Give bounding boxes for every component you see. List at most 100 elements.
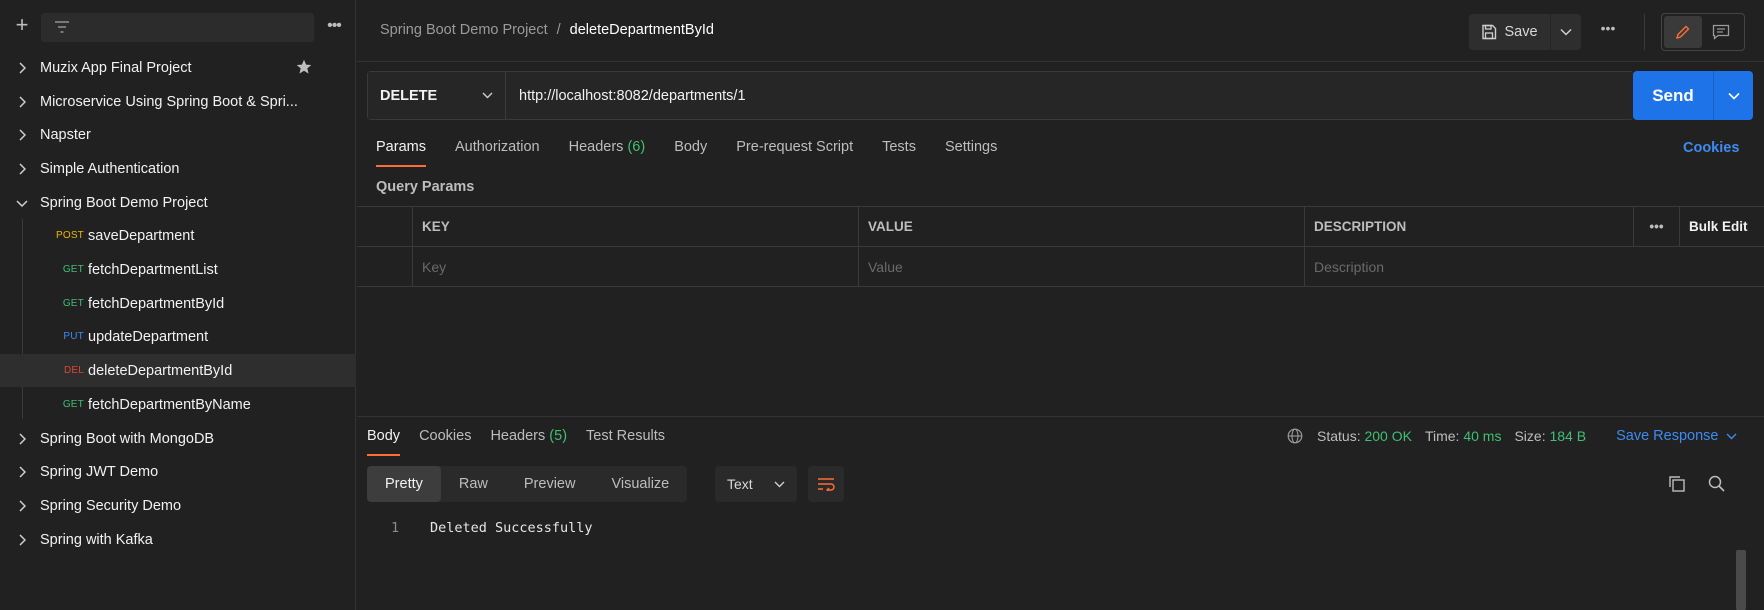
chevron-right-icon[interactable] — [15, 128, 29, 141]
description-input[interactable]: Description — [1304, 247, 1633, 286]
chevron-right-icon[interactable] — [15, 533, 29, 546]
collection-item[interactable]: Simple Authentication — [0, 152, 356, 185]
breadcrumb-parent[interactable]: Spring Boot Demo Project — [380, 22, 548, 38]
key-input[interactable]: Key — [412, 247, 858, 286]
search-icon[interactable] — [1707, 474, 1731, 498]
tab-pre-request-script[interactable]: Pre-request Script — [736, 139, 853, 169]
tab-label: Pre-request Script — [736, 139, 854, 155]
format-pretty[interactable]: Pretty — [367, 466, 441, 502]
chevron-down-icon — [1560, 28, 1572, 36]
send-group: Send — [1633, 71, 1753, 120]
request-item[interactable]: PUT updateDepartment — [0, 320, 356, 353]
format-raw[interactable]: Raw — [441, 466, 506, 502]
collection-label: Microservice Using Spring Boot & Spri... — [40, 93, 298, 110]
request-header: Spring Boot Demo Project / deleteDepartm… — [357, 0, 1764, 62]
edit-mode-button[interactable] — [1664, 16, 1702, 48]
format-visualize[interactable]: Visualize — [593, 466, 687, 502]
send-button[interactable]: Send — [1633, 71, 1714, 120]
tab-params[interactable]: Params — [376, 139, 426, 169]
more-options-icon[interactable]: ••• — [322, 14, 346, 38]
scrollbar[interactable] — [1736, 550, 1746, 610]
tab-response-cookies[interactable]: Cookies — [419, 428, 471, 458]
size-label: Size: — [1514, 428, 1546, 444]
response-type-value: Text — [727, 476, 753, 492]
cookies-link[interactable]: Cookies — [1683, 140, 1739, 156]
collection-label: Napster — [40, 126, 91, 143]
tab-tests[interactable]: Tests — [882, 139, 916, 169]
url-input[interactable] — [506, 72, 1633, 119]
request-item-selected[interactable]: DEL deleteDepartmentById — [0, 354, 356, 387]
wrap-icon — [818, 478, 835, 491]
time-value[interactable]: 40 ms — [1463, 428, 1501, 444]
tab-response-body[interactable]: Body — [367, 428, 401, 458]
request-name: fetchDepartmentByName — [88, 396, 251, 413]
request-item[interactable]: GET fetchDepartmentByName — [0, 388, 356, 421]
main-panel: Spring Boot Demo Project / deleteDepartm… — [357, 0, 1764, 610]
collection-item-expanded[interactable]: Spring Boot Demo Project — [0, 186, 356, 219]
filter-input[interactable] — [41, 13, 314, 42]
collection-label: Spring Security Demo — [40, 497, 182, 514]
tab-label: Params — [376, 139, 426, 155]
chevron-right-icon[interactable] — [15, 465, 29, 478]
chevron-right-icon[interactable] — [15, 432, 29, 445]
globe-icon[interactable] — [1287, 428, 1303, 444]
method-badge: DEL — [63, 365, 84, 376]
tab-count: (5) — [549, 428, 568, 444]
save-response-button[interactable]: Save Response — [1616, 428, 1737, 444]
request-name: updateDepartment — [88, 328, 209, 345]
format-preview[interactable]: Preview — [506, 466, 594, 502]
collection-item[interactable]: Microservice Using Spring Boot & Spri... — [0, 85, 356, 118]
table-cell — [357, 247, 412, 286]
add-icon[interactable]: + — [12, 14, 32, 38]
chevron-right-icon[interactable] — [15, 61, 29, 74]
value-column-header: VALUE — [858, 207, 1304, 246]
request-name: deleteDepartmentById — [88, 362, 233, 379]
more-options-icon[interactable]: ••• — [1633, 207, 1679, 246]
response-divider[interactable] — [357, 416, 1764, 417]
request-item[interactable]: POST saveDepartment — [0, 219, 356, 252]
response-type-select[interactable]: Text — [715, 466, 797, 502]
bulk-edit-button[interactable]: Bulk Edit — [1679, 207, 1764, 246]
request-item[interactable]: GET fetchDepartmentList — [0, 253, 356, 286]
tab-test-results[interactable]: Test Results — [586, 428, 665, 458]
star-icon[interactable] — [296, 59, 312, 78]
collection-item[interactable]: Spring Boot with MongoDB — [0, 422, 356, 455]
response-status-bar: Status: 200 OK Time: 40 ms Size: 184 B S… — [1287, 428, 1737, 444]
size-value[interactable]: 184 B — [1549, 428, 1586, 444]
collection-item[interactable]: Spring with Kafka — [0, 523, 356, 556]
copy-icon[interactable] — [1667, 474, 1691, 498]
collection-item[interactable]: Spring Security Demo — [0, 489, 356, 522]
view-mode-toggle — [1661, 13, 1745, 51]
breadcrumb-current[interactable]: deleteDepartmentById — [570, 22, 714, 38]
value-input[interactable]: Value — [858, 247, 1304, 286]
tab-label: Tests — [882, 139, 916, 155]
save-dropdown-button[interactable] — [1551, 14, 1581, 50]
send-dropdown-button[interactable] — [1714, 71, 1753, 120]
save-button[interactable]: Save — [1469, 14, 1551, 50]
table-header-cell — [357, 207, 412, 246]
response-body-text: Deleted Successfully — [430, 520, 593, 536]
collection-item[interactable]: Spring JWT Demo — [0, 455, 356, 488]
comment-mode-button[interactable] — [1702, 16, 1740, 48]
tab-settings[interactable]: Settings — [945, 139, 997, 169]
request-item[interactable]: GET fetchDepartmentById — [0, 287, 356, 320]
tab-body[interactable]: Body — [674, 139, 707, 169]
wrap-lines-button[interactable] — [808, 466, 844, 502]
method-select[interactable]: DELETE — [368, 72, 506, 119]
tab-response-headers[interactable]: Headers (5) — [490, 428, 567, 458]
chevron-right-icon[interactable] — [15, 162, 29, 175]
collection-item[interactable]: Napster — [0, 118, 356, 151]
more-options-icon[interactable]: ••• — [1593, 20, 1623, 44]
status-value[interactable]: 200 OK — [1364, 428, 1411, 444]
time-label: Time: — [1424, 428, 1460, 444]
response-body-editor[interactable]: 1 Deleted Successfully — [357, 516, 1764, 610]
chevron-right-icon[interactable] — [15, 499, 29, 512]
tab-headers[interactable]: Headers (6) — [569, 139, 646, 169]
tab-count: (6) — [627, 139, 646, 155]
collection-label: Spring Boot with MongoDB — [40, 430, 215, 447]
chevron-down-icon[interactable] — [15, 199, 29, 207]
tab-authorization[interactable]: Authorization — [455, 139, 540, 169]
collection-item[interactable]: Muzix App Final Project — [0, 51, 356, 84]
chevron-right-icon[interactable] — [15, 95, 29, 108]
status-label: Status: — [1317, 428, 1361, 444]
